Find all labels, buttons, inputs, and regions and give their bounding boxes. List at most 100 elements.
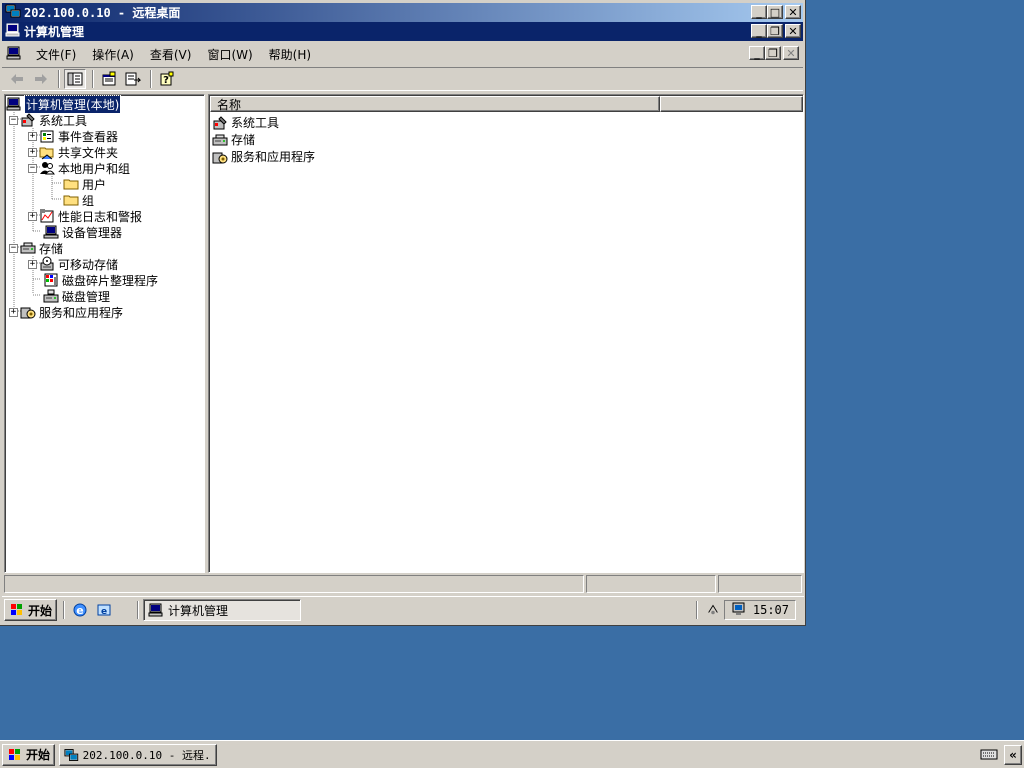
list-item-system-tools[interactable]: 系统工具: [212, 114, 279, 131]
tree-item-performance-logs[interactable]: + 性能日志和警报: [28, 208, 142, 224]
export-list-icon: [125, 72, 141, 86]
list-item-services-applications[interactable]: 服务和应用程序: [212, 148, 315, 165]
forward-button[interactable]: [30, 69, 52, 89]
mdi-restore-button[interactable]: ❐: [765, 46, 781, 60]
collapse-icon[interactable]: −: [9, 243, 18, 253]
mmc-titlebar[interactable]: 计算机管理 _ ❐ ✕: [2, 22, 803, 41]
tree-item-event-viewer[interactable]: + 事件查看器: [28, 128, 118, 144]
column-header-name[interactable]: 名称: [210, 96, 660, 112]
expand-icon[interactable]: +: [28, 211, 37, 221]
mmc-minimize-button[interactable]: _: [751, 24, 767, 38]
mmc-close-button[interactable]: ✕: [785, 24, 801, 38]
column-header-empty[interactable]: [660, 96, 803, 112]
rdp-close-button[interactable]: ✕: [785, 5, 801, 19]
rdp-maximize-button[interactable]: □: [767, 5, 783, 19]
network-icon[interactable]: [706, 602, 720, 619]
performance-logs-icon: [39, 208, 55, 224]
tree-item-device-manager[interactable]: 设备管理器: [43, 224, 122, 240]
show-hidden-icons-button[interactable]: «: [1004, 745, 1022, 765]
clock-area: 15:07: [723, 600, 796, 620]
taskbar-button-remote-desktop[interactable]: 202.100.0.10 - 远程...: [59, 743, 218, 766]
menu-action[interactable]: 操作(A): [84, 46, 142, 63]
windows-logo-icon: [9, 748, 20, 760]
details-list-pane[interactable]: 名称 系统工具 存储 服务和应用程序: [208, 94, 804, 573]
clock[interactable]: 15:07: [753, 603, 789, 617]
remote-start-button[interactable]: 开始: [4, 599, 58, 621]
minimize-icon: _: [754, 46, 760, 60]
shared-folder-icon: [39, 144, 55, 160]
tree-item-shared-folders[interactable]: + 共享文件夹: [28, 144, 118, 160]
computer-management-icon: [5, 22, 21, 41]
tree-item-label: 用户: [82, 177, 107, 192]
taskbar-button-computer-management[interactable]: 计算机管理: [143, 599, 302, 621]
display-icon[interactable]: [731, 601, 747, 620]
windows-logo-icon: [11, 604, 22, 615]
local-start-button[interactable]: 开始: [2, 743, 56, 766]
list-item-label: 存储: [231, 133, 256, 147]
tree-item-label: 设备管理器: [62, 225, 123, 240]
toolbar-separator: [58, 70, 60, 88]
expand-icon[interactable]: +: [28, 259, 37, 269]
start-label: 开始: [26, 748, 51, 762]
quicklaunch-ie-button[interactable]: e: [69, 600, 91, 620]
tree-item-removable-storage[interactable]: + 可移动存储: [28, 256, 118, 272]
tree-item-disk-defragmenter[interactable]: 磁盘碎片整理程序: [43, 272, 158, 288]
mmc-restore-button[interactable]: ❐: [767, 24, 783, 38]
tree-item-storage[interactable]: − 存储: [9, 240, 63, 256]
collapse-icon[interactable]: −: [28, 163, 37, 173]
remote-desktop-icon: [64, 748, 79, 761]
tree-root-label[interactable]: 计算机管理(本地): [23, 95, 122, 114]
task-label: 202.100.0.10 - 远程...: [82, 748, 213, 762]
tree-item-local-users-groups[interactable]: − 本地用户和组: [28, 160, 130, 176]
mdi-minimize-button[interactable]: _: [749, 46, 765, 60]
arrow-right-icon: [35, 74, 47, 84]
toolbar-separator: [92, 70, 94, 88]
tree-item-system-tools[interactable]: − 系统工具: [9, 112, 87, 128]
menu-file[interactable]: 文件(F): [28, 46, 84, 63]
help-button[interactable]: ?: [156, 69, 178, 89]
show-desktop-icon: e: [97, 604, 111, 617]
keyboard-icon[interactable]: [980, 747, 998, 764]
list-item-storage[interactable]: 存储: [212, 131, 255, 148]
tree-item-groups[interactable]: 组: [63, 192, 94, 208]
status-cell-3: [718, 575, 802, 593]
tree-root[interactable]: 计算机管理(本地): [6, 95, 122, 114]
taskbar-separator: [137, 601, 140, 619]
expand-icon[interactable]: +: [28, 131, 37, 141]
collapse-icon[interactable]: −: [9, 115, 18, 125]
services-applications-icon: [212, 149, 228, 165]
menu-view[interactable]: 查看(V): [142, 46, 200, 63]
tree-item-label: 存储: [39, 241, 64, 256]
back-button[interactable]: [6, 69, 28, 89]
close-icon: ✕: [788, 5, 798, 19]
quicklaunch-desktop-button[interactable]: e: [93, 600, 115, 620]
tree-item-users[interactable]: 用户: [63, 176, 106, 192]
menu-help[interactable]: 帮助(H): [261, 46, 319, 63]
minimize-icon: _: [756, 5, 762, 19]
menu-window[interactable]: 窗口(W): [199, 46, 260, 63]
expand-icon[interactable]: +: [28, 147, 37, 157]
services-applications-icon: [20, 304, 36, 320]
event-viewer-icon: [39, 128, 55, 144]
restore-icon: ❐: [770, 24, 780, 38]
show-hide-tree-button[interactable]: [64, 69, 86, 89]
properties-button[interactable]: [98, 69, 120, 89]
tree-item-disk-management[interactable]: 磁盘管理: [43, 288, 110, 304]
console-tree-icon: [67, 72, 83, 86]
tree-item-services-applications[interactable]: + 服务和应用程序: [9, 304, 123, 320]
minimize-icon: _: [756, 24, 762, 38]
maximize-icon: □: [769, 5, 781, 19]
status-cell-2: [586, 575, 716, 593]
mdi-close-button[interactable]: ✕: [783, 46, 799, 60]
console-tree-pane[interactable]: 计算机管理(本地) − 系统工具 + 事件查看器 + 共享文件夹 − 本地用户和…: [4, 94, 205, 573]
remote-system-tray: 15:07: [686, 599, 802, 621]
list-item-label: 服务和应用程序: [231, 150, 316, 164]
computer-management-icon: [148, 603, 163, 617]
rdp-minimize-button[interactable]: _: [751, 5, 767, 19]
expand-icon[interactable]: +: [9, 307, 18, 317]
device-manager-icon: [43, 224, 59, 240]
tree-item-label: 共享文件夹: [58, 145, 119, 160]
rdp-titlebar[interactable]: 202.100.0.10 - 远程桌面 _ □ ✕: [2, 3, 803, 22]
local-system-tray: «: [980, 744, 1022, 766]
export-list-button[interactable]: [122, 69, 144, 89]
